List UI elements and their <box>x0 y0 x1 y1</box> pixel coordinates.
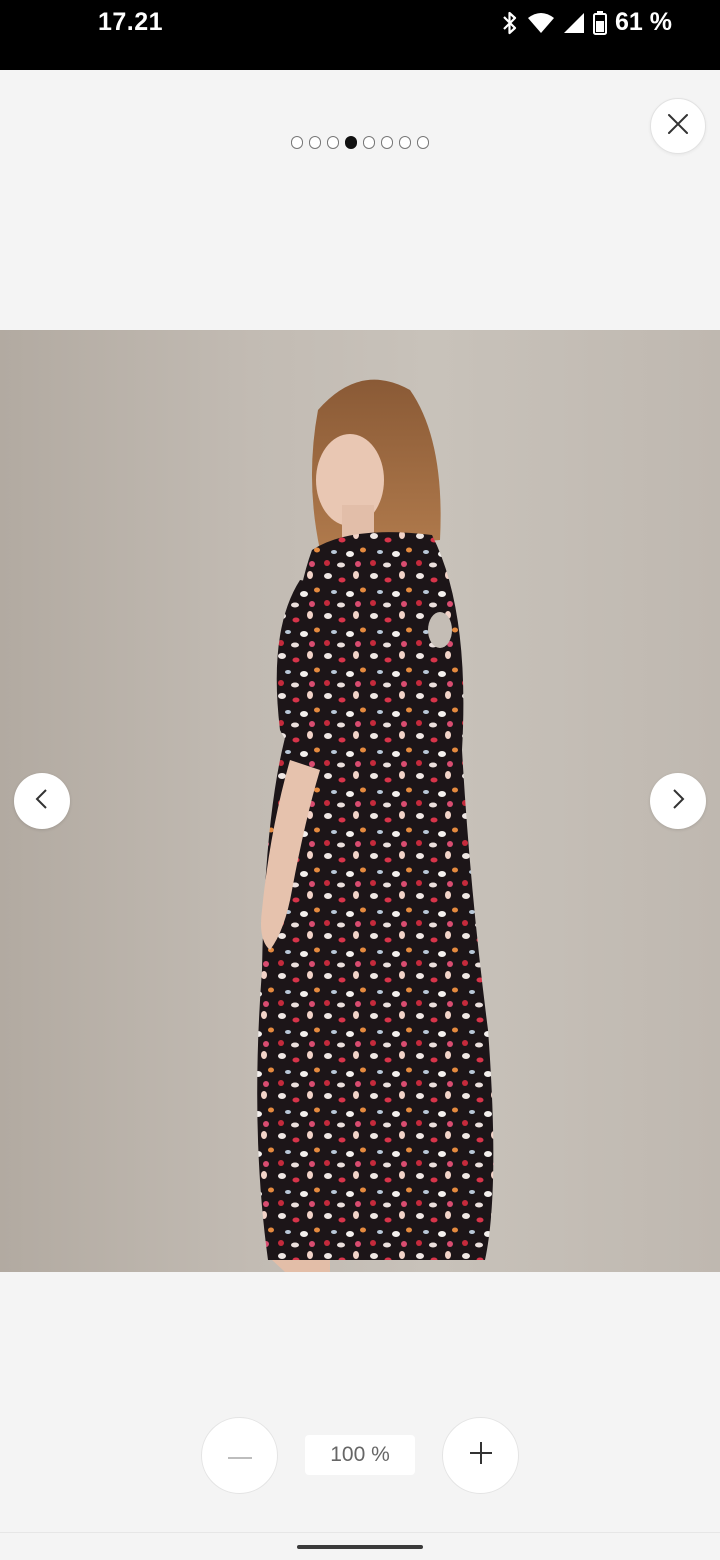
previous-image-button[interactable] <box>14 773 70 829</box>
pagination-dot-active[interactable] <box>344 136 358 149</box>
pagination-dot[interactable] <box>416 136 430 149</box>
next-image-button[interactable] <box>650 773 706 829</box>
status-time: 17.21 <box>98 8 164 36</box>
chevron-left-icon <box>34 788 50 815</box>
cellular-signal-icon <box>563 12 585 34</box>
bluetooth-icon <box>501 11 519 35</box>
pagination-dot[interactable] <box>308 136 322 149</box>
product-photo-illustration <box>257 379 494 1272</box>
close-button[interactable] <box>650 98 706 154</box>
product-image[interactable] <box>0 330 720 1272</box>
zoom-in-button[interactable] <box>442 1417 519 1494</box>
minus-icon <box>227 1447 253 1465</box>
pagination-dots <box>0 136 720 149</box>
home-indicator[interactable] <box>297 1545 423 1549</box>
zoom-out-button[interactable] <box>201 1417 278 1494</box>
plus-icon <box>469 1441 493 1470</box>
chevron-right-icon <box>670 788 686 815</box>
pagination-dot[interactable] <box>290 136 304 149</box>
status-bar: 17.21 61 % <box>0 0 720 70</box>
pagination-dot[interactable] <box>380 136 394 149</box>
close-icon <box>667 113 689 140</box>
status-icons: 61 % <box>501 8 672 37</box>
battery-icon <box>593 10 608 35</box>
zoom-level: 100 % <box>305 1435 415 1475</box>
pagination-dot[interactable] <box>362 136 376 149</box>
wifi-icon <box>527 12 555 34</box>
pagination-dot[interactable] <box>398 136 412 149</box>
battery-percentage: 61 % <box>615 8 672 36</box>
pagination-dot[interactable] <box>326 136 340 149</box>
image-viewer: 100 % <box>0 70 720 1532</box>
system-navigation-bar <box>0 1532 720 1560</box>
